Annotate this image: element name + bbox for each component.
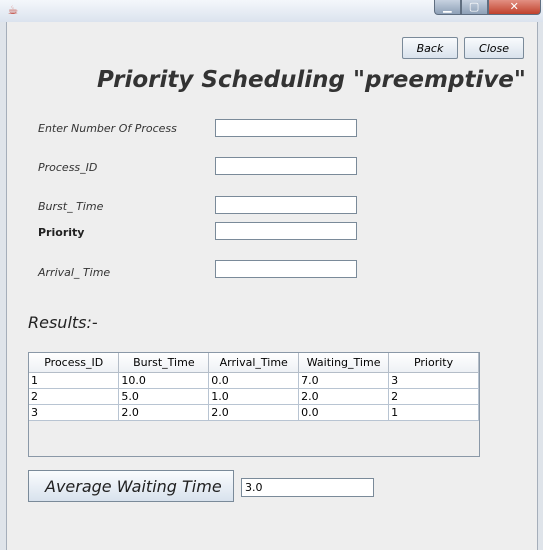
minimize-button[interactable]: ▁ — [434, 0, 461, 15]
col-header-burst-time[interactable]: Burst_Time — [118, 353, 210, 373]
priority-input[interactable] — [215, 222, 357, 240]
num-process-input[interactable] — [215, 119, 357, 137]
arrival-time-input[interactable] — [215, 260, 357, 278]
results-heading: Results:- — [28, 313, 98, 332]
table-row[interactable]: 3 2.0 2.0 0.0 1 — [29, 404, 479, 421]
window-frame-right — [537, 22, 543, 550]
window-close-button[interactable]: ✕ — [487, 0, 541, 15]
priority-label: Priority — [38, 226, 85, 239]
cell-process-id[interactable]: 2 — [29, 388, 120, 405]
col-header-waiting-time[interactable]: Waiting_Time — [298, 353, 390, 373]
window-titlebar: ☕ ▁ ▢ ✕ — [0, 0, 543, 23]
cell-waiting-time[interactable]: 2.0 — [298, 388, 390, 405]
cell-waiting-time[interactable]: 7.0 — [298, 372, 390, 389]
cell-burst-time[interactable]: 5.0 — [118, 388, 210, 405]
cell-process-id[interactable]: 1 — [29, 372, 120, 389]
average-waiting-time-field[interactable] — [241, 478, 374, 497]
average-waiting-time-button[interactable]: Average Waiting Time — [28, 470, 234, 502]
cell-arrival-time[interactable]: 1.0 — [208, 388, 300, 405]
main-panel: Back Close Priority Scheduling "preempti… — [7, 22, 537, 550]
table-row[interactable]: 1 10.0 0.0 7.0 3 — [29, 372, 479, 389]
window-frame-left — [0, 22, 7, 550]
num-process-label: Enter Number Of Process — [38, 122, 177, 135]
back-button[interactable]: Back — [402, 37, 458, 59]
col-header-process-id[interactable]: Process_ID — [29, 353, 120, 373]
cell-waiting-time[interactable]: 0.0 — [298, 404, 390, 421]
close-button[interactable]: Close — [464, 37, 524, 59]
arrival-time-label: Arrival_ Time — [38, 266, 111, 279]
cell-priority[interactable]: 1 — [388, 404, 479, 421]
cell-burst-time[interactable]: 2.0 — [118, 404, 210, 421]
window-controls: ▁ ▢ ✕ — [434, 0, 541, 16]
table-row[interactable]: 2 5.0 1.0 2.0 2 — [29, 388, 479, 405]
results-table[interactable]: Process_ID Burst_Time Arrival_Time Waiti… — [29, 353, 479, 421]
cell-arrival-time[interactable]: 0.0 — [208, 372, 300, 389]
page-title: Priority Scheduling "preemptive" — [97, 67, 526, 93]
col-header-arrival-time[interactable]: Arrival_Time — [208, 353, 300, 373]
cell-priority[interactable]: 3 — [388, 372, 479, 389]
cell-process-id[interactable]: 3 — [29, 404, 120, 421]
maximize-button[interactable]: ▢ — [460, 0, 488, 15]
cell-arrival-time[interactable]: 2.0 — [208, 404, 300, 421]
burst-time-input[interactable] — [215, 196, 357, 214]
cell-priority[interactable]: 2 — [388, 388, 479, 405]
cell-burst-time[interactable]: 10.0 — [118, 372, 210, 389]
java-icon: ☕ — [7, 3, 19, 17]
table-header-row: Process_ID Burst_Time Arrival_Time Waiti… — [29, 353, 479, 373]
process-id-input[interactable] — [215, 157, 357, 175]
results-table-container[interactable]: Process_ID Burst_Time Arrival_Time Waiti… — [28, 352, 480, 457]
process-id-label: Process_ID — [38, 161, 98, 174]
col-header-priority[interactable]: Priority — [388, 353, 479, 373]
burst-time-label: Burst_ Time — [38, 200, 104, 213]
